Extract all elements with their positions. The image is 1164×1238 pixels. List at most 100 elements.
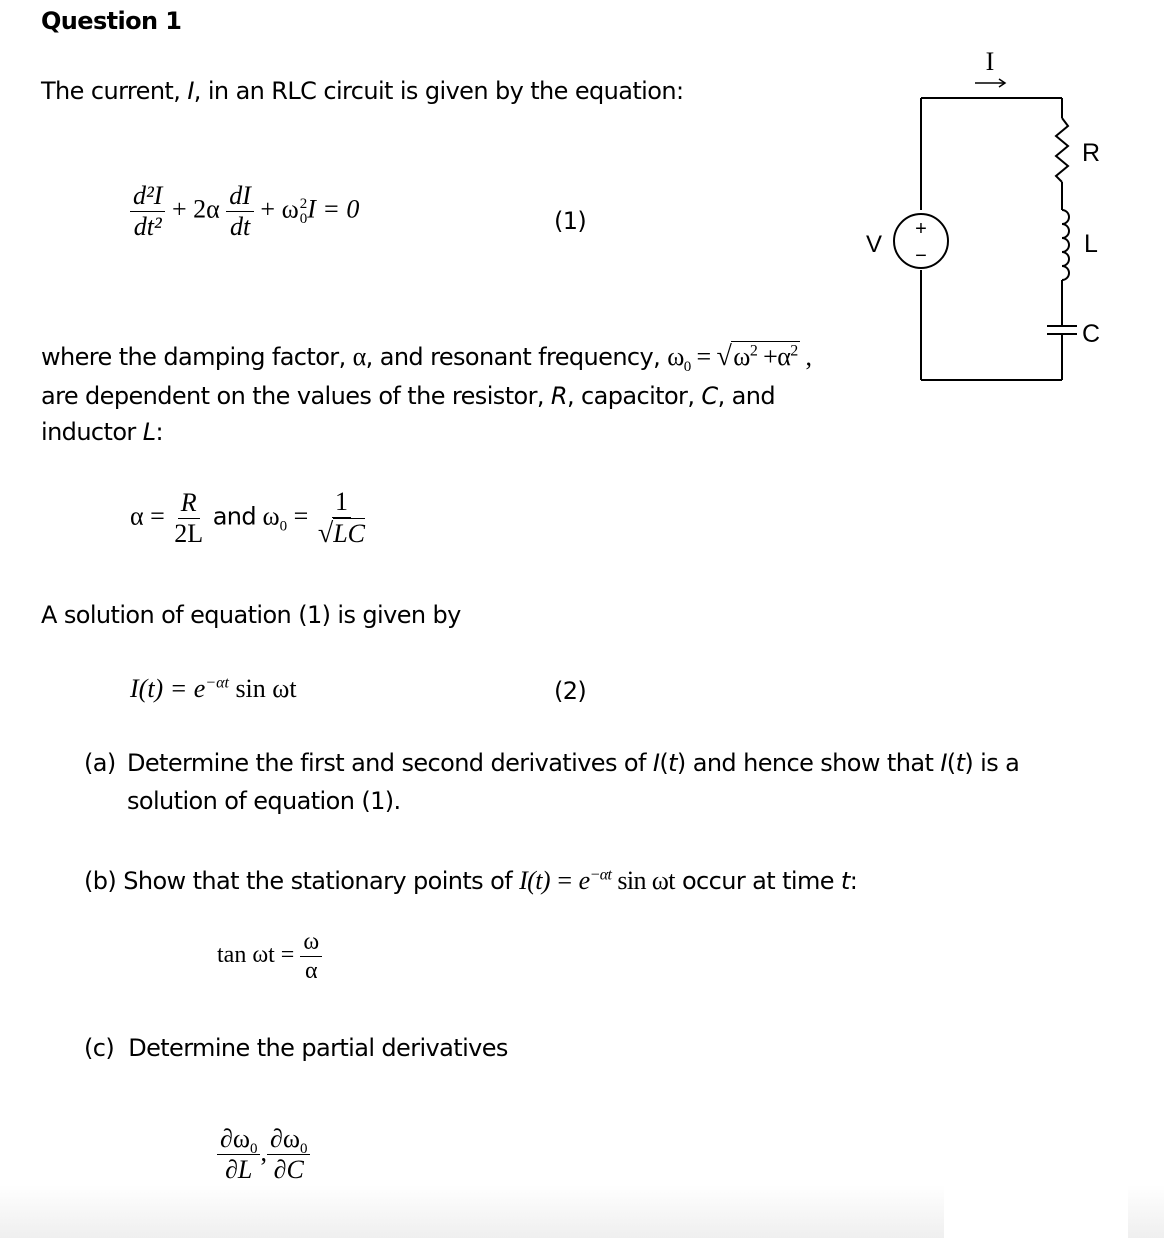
partial1-num-text: ∂ω bbox=[220, 1124, 250, 1153]
paren-close: ) bbox=[676, 749, 686, 777]
omega0-eq: = bbox=[696, 342, 712, 371]
where2-text-a: are dependent on the values of the resis… bbox=[41, 382, 551, 410]
source-label-v: V bbox=[866, 231, 882, 258]
part-c-label: (c) bbox=[84, 1034, 115, 1062]
source-minus-sign: − bbox=[915, 245, 927, 267]
where2-r: R bbox=[550, 382, 568, 410]
part-b-line: (b) Show that the stationary points of I… bbox=[84, 866, 858, 895]
eq1-frac-d2i: d²I dt² bbox=[130, 183, 166, 241]
part-b-text-a: Show that the stationary points of bbox=[123, 867, 513, 895]
eq1-plus-omega: + ω bbox=[260, 194, 299, 224]
paren-open: ( bbox=[946, 749, 956, 777]
eq1-plus-2alpha: + 2α bbox=[171, 194, 220, 224]
partial-omega0-c: ∂ω0 ∂C bbox=[266, 1124, 311, 1184]
where-line-1: where the damping factor, α, and resonan… bbox=[41, 341, 812, 375]
eq2-exponent: −αt bbox=[205, 674, 229, 692]
current-label-i: I bbox=[986, 47, 995, 76]
omega0-lhs: ω bbox=[667, 342, 684, 371]
partial1-den: ∂L bbox=[225, 1155, 253, 1184]
paren-open: ( bbox=[659, 749, 669, 777]
part-a-text-a: Determine the first and second derivativ… bbox=[127, 749, 653, 777]
where-line-2: are dependent on the values of the resis… bbox=[41, 382, 776, 410]
partial2-num-text: ∂ω bbox=[269, 1124, 300, 1153]
part-a-label: (a) bbox=[84, 749, 116, 777]
alpha-frac-num: R bbox=[177, 490, 200, 519]
intro-text-a: The current, bbox=[41, 77, 188, 105]
omega0-symbol: ω bbox=[262, 501, 280, 531]
where-alpha: α bbox=[352, 342, 367, 371]
partial2-num: ∂ω0 bbox=[266, 1124, 311, 1157]
radicand-omega: ω bbox=[733, 342, 750, 371]
part-a-text-c: is a bbox=[973, 749, 1020, 777]
intro-text-b: , in an RLC circuit is given by the equa… bbox=[193, 77, 684, 105]
radicand-omega-sup: 2 bbox=[749, 342, 758, 360]
tan-lhs: tan ωt = bbox=[217, 942, 295, 969]
part-a-line-1: Determine the first and second derivativ… bbox=[127, 749, 1020, 777]
resistor-label-r: R bbox=[1082, 139, 1100, 167]
alpha-frac-den: 2L bbox=[171, 519, 206, 547]
part-c-line: (c) Determine the partial derivatives bbox=[84, 1036, 508, 1060]
radicand-plus: + bbox=[763, 342, 778, 371]
paren-close: ) bbox=[964, 749, 974, 777]
partial1-num: ∂ω0 bbox=[217, 1124, 261, 1157]
rlc-circuit-diagram: + − V I R L C bbox=[866, 47, 1100, 381]
tan-equation: tan ωt = ωα bbox=[217, 930, 323, 984]
partial2-den: ∂C bbox=[273, 1155, 304, 1184]
omega0-frac-den: √LC bbox=[315, 518, 368, 548]
omega0-frac: 1 √LC bbox=[315, 489, 368, 548]
tan-frac-num: ω bbox=[300, 930, 323, 957]
sqrt-sign-lc: √ bbox=[317, 518, 334, 549]
where2-text-b: , capacitor, bbox=[567, 382, 702, 410]
omega0-definition: ω0 = √ω2 +α2 , bbox=[667, 341, 812, 375]
part-b-expr-exp: −αt bbox=[589, 866, 612, 884]
eq1-frac-num: d²I bbox=[130, 183, 166, 212]
where3-colon: : bbox=[155, 418, 164, 446]
part-c-text: Determine the partial derivatives bbox=[128, 1034, 508, 1062]
equation-2-label: (2) bbox=[554, 677, 587, 705]
part-a-text-b: and hence show that bbox=[685, 749, 941, 777]
omega0-lhs-sub: 0 bbox=[683, 359, 691, 376]
eq1-frac2-den: dt bbox=[229, 212, 251, 241]
source-plus-sign: + bbox=[915, 218, 927, 240]
sqrt-sign: √ bbox=[716, 341, 732, 372]
part-b-colon: : bbox=[849, 867, 858, 895]
eq2-lhs: I(t) = e bbox=[130, 674, 206, 703]
equation-1: d²I dt² + 2α dI dt + ω20I = 0 bbox=[130, 183, 359, 240]
alpha-lhs: α = bbox=[130, 501, 165, 531]
where2-c: C bbox=[701, 382, 718, 410]
omega0-radicand: ω2 +α2 bbox=[731, 341, 800, 371]
equation-2: I(t) = e−αt sin ωt bbox=[130, 674, 297, 703]
alpha-frac-den-text: 2L bbox=[174, 519, 204, 548]
eq1-frac-den: dt² bbox=[133, 212, 162, 241]
intro-text: The current, I, in an RLC circuit is giv… bbox=[41, 77, 684, 105]
where-line-3: inductor L: bbox=[41, 418, 164, 446]
eq1-tail: I = 0 bbox=[307, 194, 360, 224]
capacitor-label-c: C bbox=[1082, 320, 1100, 348]
part-b-var-t: t bbox=[840, 867, 850, 895]
omega0-symbol-sub: 0 bbox=[279, 518, 288, 535]
resistor-symbol bbox=[1054, 117, 1070, 183]
and-word: and bbox=[212, 502, 257, 531]
where2-text-c: , and bbox=[717, 382, 776, 410]
part-b-expression: I(t) = e−αt sin ωt bbox=[519, 866, 675, 895]
tan-frac-den: α bbox=[304, 958, 318, 984]
radicand-alpha: α bbox=[777, 342, 791, 371]
solution-intro: A solution of equation (1) is given by bbox=[41, 601, 461, 629]
partial-derivatives: ∂ω0 ∂L, ∂ω0 ∂C bbox=[217, 1124, 311, 1184]
omega0-frac-num: 1 bbox=[331, 489, 351, 518]
alpha-frac: R 2L bbox=[171, 490, 206, 547]
where-text-a: where the damping factor, bbox=[41, 343, 353, 371]
inductor-label-l: L bbox=[1084, 230, 1098, 258]
part-b-expr-lhs: I(t) = e bbox=[519, 866, 590, 895]
part-b-text-b: occur at time bbox=[681, 867, 835, 895]
eq2-rhs: sin ωt bbox=[235, 674, 297, 703]
alpha-omega-definitions: α = R 2L and ω0 = 1 √LC bbox=[130, 489, 368, 548]
radicand-alpha-sup: 2 bbox=[790, 342, 798, 360]
var-t: t bbox=[668, 749, 677, 777]
where3-text-a: inductor bbox=[41, 418, 143, 446]
omega0-comma: , bbox=[805, 342, 812, 371]
part-b-expr-tail: sin ωt bbox=[617, 866, 675, 895]
inductor-symbol bbox=[1061, 209, 1070, 281]
partial-omega0-l: ∂ω0 ∂L bbox=[217, 1124, 261, 1184]
bottom-fade-left bbox=[0, 1185, 944, 1238]
